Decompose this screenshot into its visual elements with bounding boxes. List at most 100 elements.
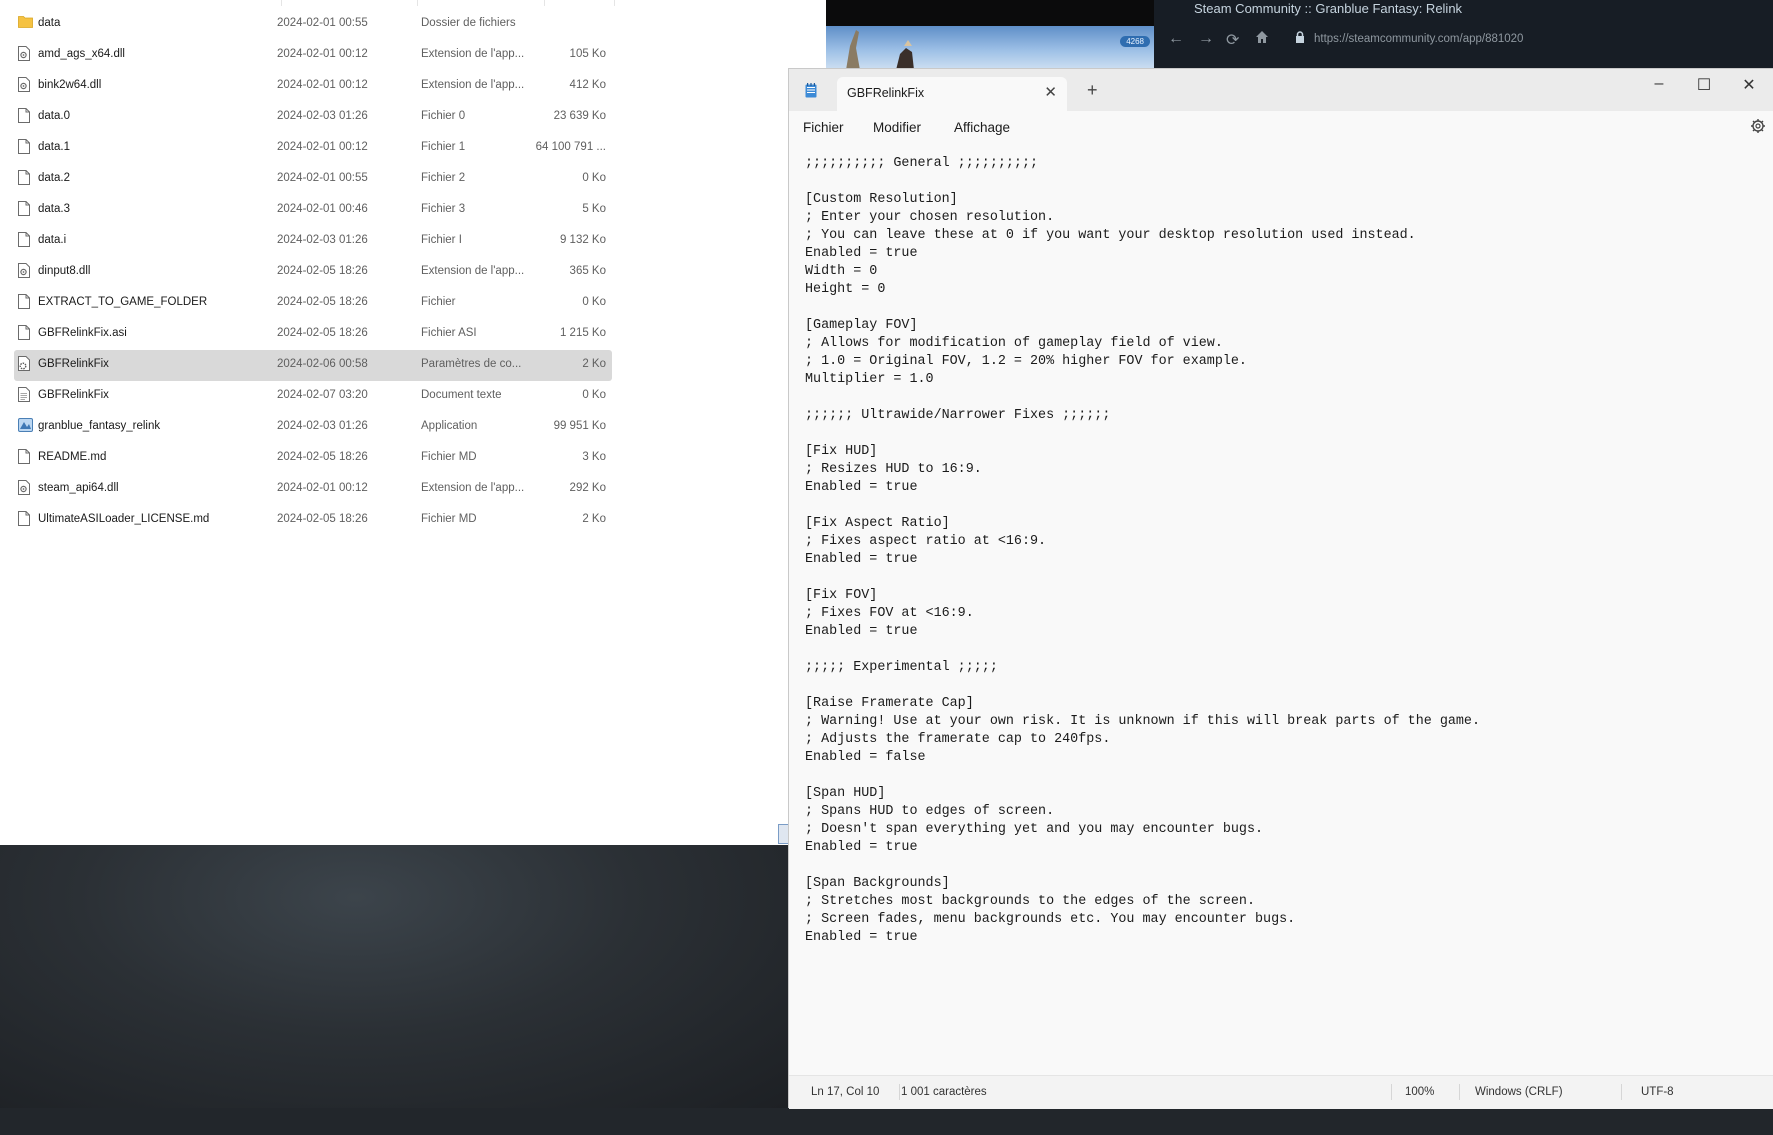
file-date: 2024-02-01 00:12 (277, 79, 368, 91)
file-icon (18, 170, 32, 187)
file-type: Fichier I (421, 234, 462, 246)
file-row[interactable]: amd_ags_x64.dll 2024-02-01 00:12 Extension… (14, 40, 612, 71)
file-row[interactable]: data.3 2024-02-01 00:46 Fichier 3 5 Ko (14, 195, 612, 226)
file-row[interactable]: GBFRelinkFix 2024-02-06 00:58 Paramètres d… (14, 350, 612, 381)
file-type: Fichier 2 (421, 172, 466, 184)
file-size: 3 Ko (582, 451, 606, 463)
file-icon (18, 232, 32, 249)
close-window-icon[interactable]: ✕ (1734, 75, 1764, 95)
game-character-silhouette (846, 30, 914, 70)
file-type: Fichier (421, 296, 456, 308)
file-type: Dossier de fichiers (421, 17, 516, 29)
file-type: Paramètres de co... (421, 358, 522, 370)
lock-icon (1295, 31, 1305, 46)
file-icon (18, 201, 32, 218)
file-row[interactable]: dinput8.dll 2024-02-05 18:26 Extension de … (14, 257, 612, 288)
file-row[interactable]: steam_api64.dll 2024-02-01 00:12 Extension… (14, 474, 612, 505)
gear-icon[interactable] (1750, 118, 1766, 137)
file-row[interactable]: UltimateASILoader_LICENSE.md 2024-02-05 1… (14, 505, 612, 536)
file-date: 2024-02-05 18:26 (277, 265, 368, 277)
notepad-menubar: Fichier Modifier Affichage (789, 111, 1773, 143)
file-row[interactable]: GBFRelinkFix.asi 2024-02-05 18:26 Fichier … (14, 319, 612, 350)
settings-file-icon (18, 356, 32, 373)
desktop-background (0, 845, 790, 1108)
file-date: 2024-02-03 01:26 (277, 420, 368, 432)
line-ending[interactable]: Windows (CRLF) (1475, 1086, 1563, 1098)
file-row[interactable]: GBFRelinkFix 2024-02-07 03:20 Document tex… (14, 381, 612, 412)
menu-edit[interactable]: Modifier (873, 120, 921, 135)
maximize-icon[interactable]: ☐ (1689, 75, 1719, 95)
file-row[interactable]: data.2 2024-02-01 00:55 Fichier 2 0 Ko (14, 164, 612, 195)
file-explorer-window: data 2024-02-01 00:55 Dossier de fichiers a… (0, 0, 826, 845)
dll-file-icon (18, 263, 32, 280)
notepad-titlebar[interactable]: GBFRelinkFix ✕ + – ☐ ✕ (789, 69, 1773, 111)
file-size: 64 100 791 ... (535, 141, 606, 153)
notepad-app-icon (805, 83, 817, 101)
file-row[interactable]: bink2w64.dll 2024-02-01 00:12 Extension de… (14, 71, 612, 102)
menu-file[interactable]: Fichier (803, 120, 844, 135)
file-date: 2024-02-01 00:12 (277, 141, 368, 153)
text-editor-area[interactable]: ;;;;;;;;;; General ;;;;;;;;;; [Custom Re… (805, 155, 1755, 1135)
file-name: GBFRelinkFix (38, 358, 109, 370)
file-name: bink2w64.dll (38, 79, 102, 91)
home-icon[interactable] (1254, 29, 1270, 50)
zoom-level[interactable]: 100% (1405, 1086, 1434, 1098)
file-row[interactable]: data.0 2024-02-03 01:26 Fichier 0 23 639 Ko (14, 102, 612, 133)
file-type: Fichier 3 (421, 203, 466, 215)
dll-file-icon (18, 46, 32, 63)
file-date: 2024-02-01 00:12 (277, 48, 368, 60)
column-divider[interactable] (544, 0, 545, 6)
file-icon (18, 139, 32, 156)
file-size: 99 951 Ko (553, 420, 606, 432)
file-size: 0 Ko (582, 172, 606, 184)
steam-url-field[interactable]: https://steamcommunity.com/app/881020 (1314, 33, 1523, 45)
file-type: Fichier ASI (421, 327, 477, 339)
file-type: Extension de l'app... (421, 265, 525, 277)
file-date: 2024-02-05 18:26 (277, 296, 368, 308)
file-icon (18, 449, 32, 466)
file-name: granblue_fantasy_relink (38, 420, 161, 432)
file-row[interactable]: granblue_fantasy_relink 2024-02-03 01:26 A… (14, 412, 612, 443)
back-arrow-icon[interactable]: ← (1168, 30, 1184, 48)
file-size: 0 Ko (582, 389, 606, 401)
file-date: 2024-02-01 00:55 (277, 172, 368, 184)
tab-title: GBFRelinkFix (847, 86, 925, 100)
column-divider[interactable] (614, 0, 615, 6)
tab-gbfrelinkfix[interactable]: GBFRelinkFix ✕ (837, 77, 1067, 111)
new-tab-icon[interactable]: + (1087, 80, 1098, 101)
file-type: Fichier 0 (421, 110, 466, 122)
file-date: 2024-02-01 00:46 (277, 203, 368, 215)
steam-browser-window: Steam Community :: Granblue Fantasy: Rel… (1154, 0, 1773, 70)
encoding[interactable]: UTF-8 (1641, 1086, 1674, 1098)
file-row[interactable]: data.1 2024-02-01 00:12 Fichier 1 64 100 79… (14, 133, 612, 164)
steam-toolbar: ← → ⟳ https://steamcommunity.com/app/881… (1154, 28, 1773, 52)
game-window[interactable]: 4268 (826, 0, 1154, 70)
menu-view[interactable]: Affichage (954, 120, 1010, 135)
file-row[interactable]: EXTRACT_TO_GAME_FOLDER 2024-02-05 18:26 Fi… (14, 288, 612, 319)
notepad-window: GBFRelinkFix ✕ + – ☐ ✕ Fichier Modifier … (788, 68, 1773, 1109)
file-name: amd_ags_x64.dll (38, 48, 125, 60)
file-list: data 2024-02-01 00:55 Dossier de fichiers a… (14, 9, 612, 536)
refresh-icon[interactable]: ⟳ (1226, 30, 1239, 50)
file-size: 2 Ko (582, 513, 606, 525)
file-size: 9 132 Ko (559, 234, 606, 246)
file-type: Extension de l'app... (421, 482, 525, 494)
file-row[interactable]: data 2024-02-01 00:55 Dossier de fichiers (14, 9, 612, 40)
minimize-icon[interactable]: – (1644, 75, 1674, 93)
close-tab-icon[interactable]: ✕ (1044, 83, 1057, 101)
column-divider[interactable] (417, 0, 418, 6)
column-divider[interactable] (281, 0, 282, 6)
forward-arrow-icon[interactable]: → (1198, 30, 1214, 48)
file-size: 365 Ko (569, 265, 606, 277)
file-name: data.3 (38, 203, 70, 215)
file-name: UltimateASILoader_LICENSE.md (38, 513, 210, 525)
file-row[interactable]: data.i 2024-02-03 01:26 Fichier I 9 132 Ko (14, 226, 612, 257)
file-row[interactable]: README.md 2024-02-05 18:26 Fichier MD 3 Ko (14, 443, 612, 474)
file-name: steam_api64.dll (38, 482, 119, 494)
file-date: 2024-02-01 00:12 (277, 482, 368, 494)
file-size: 105 Ko (569, 48, 606, 60)
file-icon (18, 294, 32, 311)
text-file-icon (18, 387, 32, 404)
file-type: Fichier MD (421, 451, 477, 463)
file-name: dinput8.dll (38, 265, 91, 277)
